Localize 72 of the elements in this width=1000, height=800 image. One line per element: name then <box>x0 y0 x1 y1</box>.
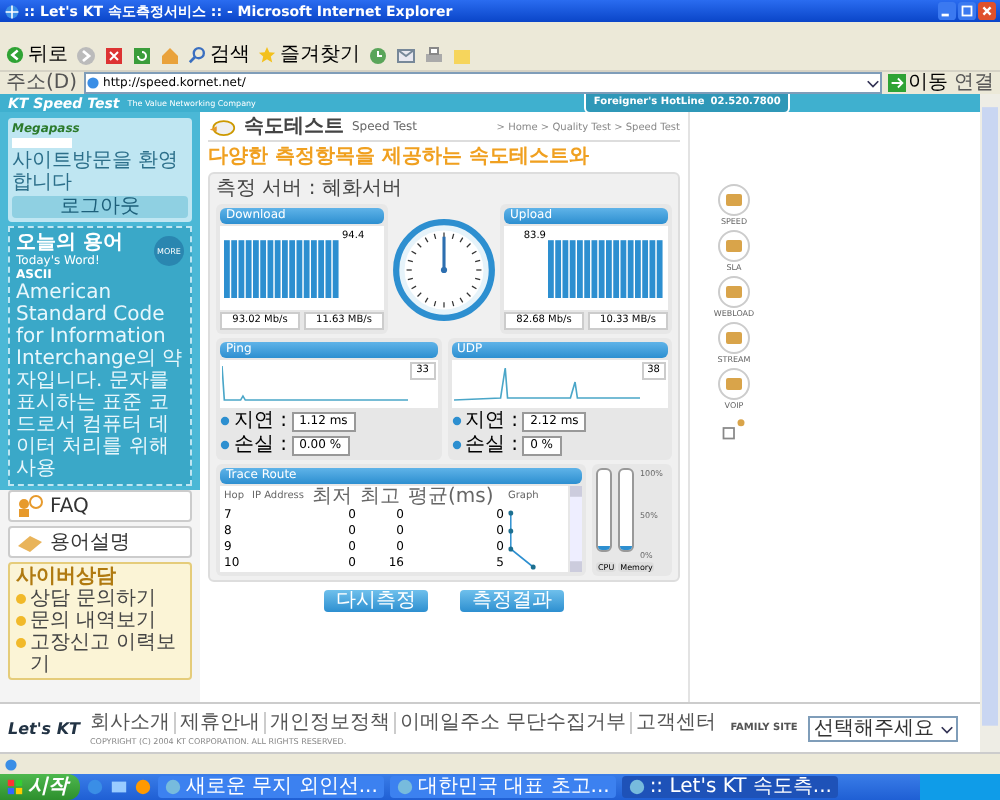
glossary-link[interactable]: 용어설명 <box>8 526 192 558</box>
bullet-icon <box>16 638 26 648</box>
system-tray <box>920 774 1000 800</box>
taskbar-item[interactable]: 대한민국 대표 초고... <box>389 776 616 798</box>
column-header: 평균(ms) <box>408 486 496 508</box>
home-icon[interactable] <box>160 45 180 65</box>
bullet-icon <box>451 416 461 426</box>
column-header: 최저 <box>312 486 354 508</box>
person-icon[interactable] <box>16 494 44 518</box>
footer-link[interactable]: 제휴안내 <box>174 711 264 733</box>
footer-link[interactable]: 이메일주소 무단수집거부 <box>394 711 631 733</box>
trace-graph-drawing <box>508 510 536 570</box>
bullet-icon <box>16 594 26 604</box>
loss-label: 손실 : <box>234 434 288 456</box>
minimize-icon[interactable] <box>938 2 956 20</box>
counsel-link[interactable]: 문의 내역보기 <box>16 610 184 632</box>
book-icon[interactable] <box>16 530 44 554</box>
star-icon[interactable] <box>258 46 276 64</box>
mail-icon[interactable] <box>396 45 416 65</box>
logout-button[interactable]: 로그아웃 <box>12 196 188 218</box>
search-button[interactable]: 검색 <box>188 42 250 68</box>
bullet-icon <box>16 616 26 626</box>
go-button[interactable]: 이동 <box>888 73 948 93</box>
stop-icon[interactable] <box>104 45 124 65</box>
faq-link[interactable]: FAQ <box>8 490 192 522</box>
close-icon[interactable] <box>978 2 996 20</box>
back-arrow-icon[interactable] <box>6 46 24 64</box>
taskbar-item[interactable]: :: Let's KT 속도측... <box>621 776 838 798</box>
address-label: 주소(D) <box>6 73 78 93</box>
delay-label: 지연 : <box>465 410 519 432</box>
welcome-text: 사이트방문을 환영합니다 <box>12 150 181 194</box>
service-icon[interactable] <box>718 368 750 400</box>
counsel-title: 사이버상담 <box>16 566 118 588</box>
word-title: 오늘의 용어 <box>16 232 123 254</box>
service-icon[interactable] <box>718 230 750 262</box>
footer-link[interactable]: 개인정보정책 <box>264 711 394 733</box>
footer-link[interactable]: 고객센터 <box>630 711 721 733</box>
globe-icon <box>4 3 20 19</box>
server-label: 측정 서버 : 혜화서버 <box>216 178 404 200</box>
go-arrow-icon[interactable] <box>888 74 906 92</box>
column-header: 최고 <box>360 486 402 508</box>
search-icon[interactable] <box>188 46 206 64</box>
maximize-icon[interactable] <box>958 2 976 20</box>
windows-logo-icon[interactable] <box>6 778 24 796</box>
bullet-icon <box>220 440 230 450</box>
favorites-button[interactable]: 즐겨찾기 <box>258 42 360 68</box>
service-icon[interactable] <box>718 184 750 216</box>
printer-icon[interactable] <box>424 45 444 65</box>
service-icon[interactable] <box>718 322 750 354</box>
loss-label: 손실 : <box>465 434 519 456</box>
scrollbar-drawing <box>570 486 582 572</box>
bullet-icon <box>220 416 230 426</box>
counsel-link[interactable]: 고장신고 이력보기 <box>16 632 184 676</box>
page-title: 속도테스트 <box>244 116 344 138</box>
delay-label: 지연 : <box>234 410 288 432</box>
refresh-icon[interactable] <box>132 45 152 65</box>
headline: 다양한 측정항목을 제공하는 속도테스트와 <box>208 146 591 168</box>
term-definition: American Standard Code for Information Interchange의 약자입니다. 문자를 표시하는 표준 코드로서 컴퓨터 데이터 처리를 위해 사용 <box>16 282 184 480</box>
back-button[interactable]: 뒤로 <box>6 42 68 68</box>
forward-icon[interactable] <box>76 45 96 65</box>
username-field <box>12 138 72 148</box>
links-label[interactable]: 연결 <box>954 73 994 93</box>
footer-link[interactable]: 회사소개 <box>90 711 174 733</box>
counsel-link[interactable]: 상담 문의하기 <box>16 588 184 610</box>
desktop-icon[interactable] <box>110 778 128 796</box>
bullet-icon <box>451 440 461 450</box>
taskbar-item[interactable]: 새로운 무지 외인선... <box>158 776 384 798</box>
history-icon[interactable] <box>368 45 388 65</box>
gauge-drawing <box>392 217 496 321</box>
footer-logo: Let's KT <box>8 719 80 737</box>
family-site-select[interactable]: 선택해주세요 <box>807 715 958 741</box>
service-icon[interactable] <box>718 276 750 308</box>
